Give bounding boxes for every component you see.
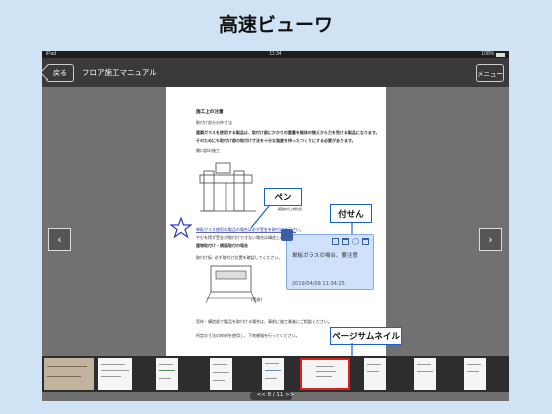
- doc-line: 建物取付け・横面取付の場合: [196, 243, 248, 248]
- doc-heading: 施工上の注意: [196, 110, 224, 115]
- thumbnail-page-3[interactable]: [156, 358, 178, 390]
- sticky-text: 単板ガラスの場合、要注意: [292, 253, 358, 259]
- battery-status: 100%: [481, 51, 505, 58]
- thumbnail-page-9[interactable]: [464, 358, 486, 390]
- doc-line: 開口部の施工: [196, 148, 220, 153]
- thumbnail-strip: [42, 356, 509, 392]
- sticky-toolbar: [332, 238, 369, 245]
- thumbnail-page-5[interactable]: [262, 358, 284, 390]
- page-indicator[interactable]: << 8 / 11 >>: [42, 392, 509, 398]
- doc-line: 窓枠・構造部で製品を取付ける場合は、事前に施工業者にご相談ください。: [196, 319, 332, 324]
- document-title: フロア施工マニュアル: [82, 68, 157, 77]
- sticky-grip-icon[interactable]: [281, 229, 293, 241]
- doc-line: 建築ガラスを使用する製品は、取付け部にかかりの重量を極体の揃えから力を受ける製品…: [196, 130, 380, 135]
- gear-icon[interactable]: [352, 238, 359, 245]
- back-button[interactable]: 戻る: [42, 64, 74, 82]
- navigation-bar: 戻る フロア施工マニュアル メニュー: [42, 58, 509, 87]
- next-page-button[interactable]: ›: [479, 228, 502, 251]
- prev-page-button[interactable]: ‹: [48, 228, 71, 251]
- page-bar: << 8 / 11 >>: [42, 392, 509, 401]
- doc-line: そのためにも取付け部の取付け寸法を十分な強度を持ったつくりにする必要があります。: [196, 138, 356, 143]
- battery-percent: 100%: [481, 51, 494, 57]
- calendar-icon[interactable]: [342, 238, 349, 245]
- sticky-note[interactable]: 単板ガラスの場合、要注意 2019/04/09 11:34:25: [281, 229, 374, 290]
- callout-sticky: 付せん: [330, 204, 372, 223]
- thumbnail-page-current[interactable]: [300, 358, 350, 390]
- chevron-left-icon: ‹: [57, 233, 62, 246]
- back-button-label: 戻る: [53, 69, 67, 77]
- thumbnail-page-2[interactable]: [98, 358, 132, 390]
- doc-line: 補強材の上端位置: [278, 207, 303, 211]
- copy-icon[interactable]: [332, 238, 339, 245]
- pen-star-annotation: [170, 217, 192, 239]
- ipad-screen: iPad 11:34 100% 戻る フロア施工マニュアル メニュー 施工上の注…: [42, 51, 509, 401]
- chevron-right-icon: ›: [488, 233, 493, 246]
- trash-icon[interactable]: [362, 238, 369, 245]
- callout-thumbnail: ページサムネイル: [330, 327, 402, 345]
- callout-pen-line: [250, 205, 270, 229]
- promo-title: 高速ビューワ: [218, 14, 333, 36]
- thumbnail-page-1[interactable]: [44, 358, 94, 390]
- thumbnail-page-8[interactable]: [414, 358, 436, 390]
- thumbnail-page-4[interactable]: [210, 358, 232, 390]
- battery-icon: [496, 52, 505, 57]
- doc-line: (別途): [251, 297, 263, 302]
- doc-line: 取付け板: 必ず取付け位置を確認してください。: [196, 255, 283, 260]
- thumbnail-page-7[interactable]: [364, 358, 386, 390]
- bracket-diagram: [206, 265, 257, 304]
- callout-thumbnail-line: [351, 343, 353, 357]
- status-bar: iPad 11:34 100%: [42, 51, 509, 58]
- menu-button[interactable]: メニュー: [476, 64, 504, 82]
- sticky-date: 2019/04/09 11:34:25: [292, 281, 345, 287]
- doc-line: 所定の寸法の枠材を使用し、下地補強を行ってください。: [196, 333, 300, 338]
- doc-line: 取付け部分の仲寸法: [196, 120, 232, 125]
- clock: 11:34: [269, 51, 282, 57]
